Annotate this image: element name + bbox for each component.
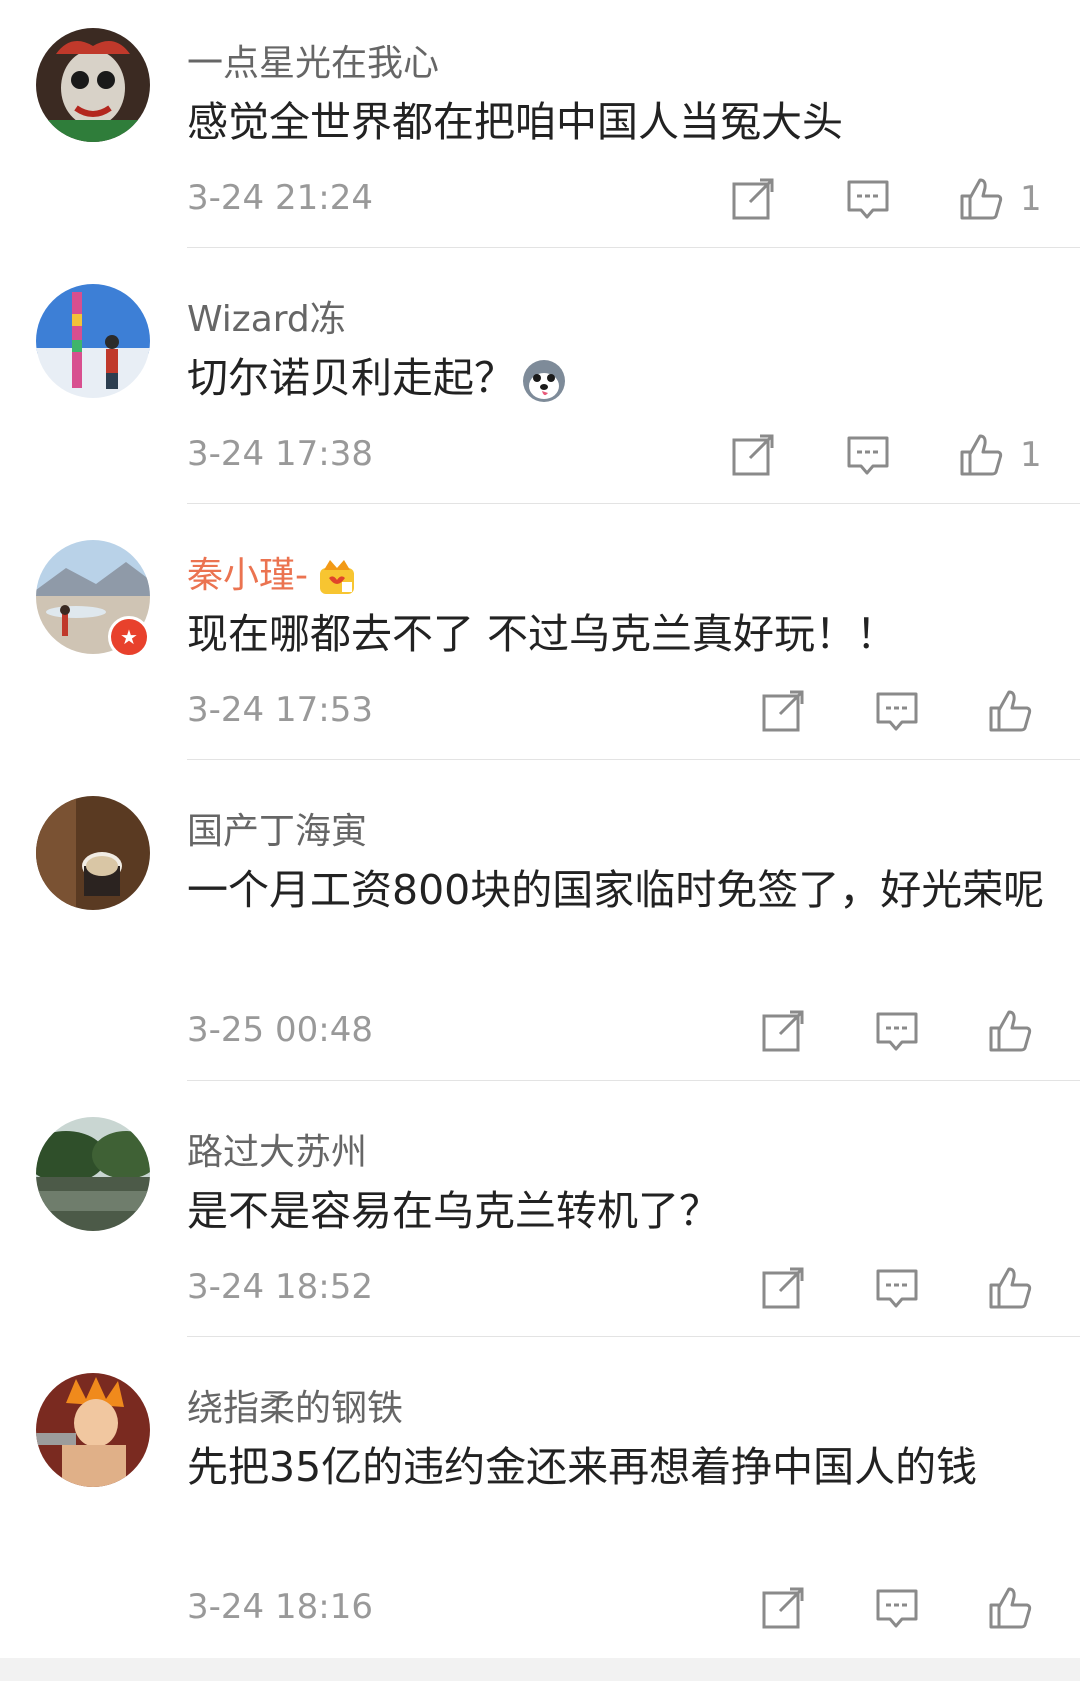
like-button[interactable] xyxy=(987,1262,1033,1314)
comment-text: 感觉全世界都在把咱中国人当冤大头 xyxy=(187,98,843,146)
comment-icon xyxy=(845,176,891,222)
avatar[interactable] xyxy=(36,1117,150,1231)
username[interactable]: 国产丁海寅 xyxy=(187,802,367,854)
like-button[interactable]: 1 xyxy=(958,429,1042,481)
like-icon xyxy=(987,1265,1033,1311)
comment-icon xyxy=(874,1265,920,1311)
comment-text: 一个月工资800块的国家临时免签了，好光荣呢 xyxy=(187,866,1045,914)
share-icon xyxy=(730,432,776,478)
like-button[interactable] xyxy=(987,1005,1033,1057)
share-icon xyxy=(760,1008,806,1054)
timestamp: 3-24 17:38 xyxy=(187,434,373,474)
like-icon xyxy=(987,688,1033,734)
username[interactable]: 绕指柔的钢铁 xyxy=(187,1379,403,1431)
avatar[interactable] xyxy=(36,1373,150,1487)
username[interactable]: 秦小瑾- xyxy=(187,546,358,598)
reply-button[interactable] xyxy=(874,1005,920,1057)
avatar[interactable] xyxy=(36,28,150,142)
reply-button[interactable] xyxy=(874,1582,920,1634)
comment-icon xyxy=(874,688,920,734)
comment-text: 先把35亿的违约金还来再想着挣中国人的钱 xyxy=(187,1443,978,1491)
reply-button[interactable] xyxy=(874,685,920,737)
comment-text: 切尔诺贝利走起？ xyxy=(187,346,1047,410)
crown-icon xyxy=(316,556,358,598)
timestamp: 3-24 21:24 xyxy=(187,178,373,218)
divider xyxy=(187,1080,1080,1081)
timestamp: 3-25 00:48 xyxy=(187,1010,373,1050)
reply-button[interactable] xyxy=(845,173,891,225)
reply-button[interactable] xyxy=(874,1262,920,1314)
comment-icon xyxy=(874,1585,920,1631)
share-button[interactable] xyxy=(760,1582,806,1634)
divider xyxy=(187,759,1080,760)
like-icon xyxy=(987,1008,1033,1054)
like-count: 1 xyxy=(1020,179,1042,219)
footer-bar xyxy=(0,1658,1080,1681)
like-button[interactable] xyxy=(987,685,1033,737)
username[interactable]: 路过大苏州 xyxy=(187,1123,367,1175)
husky-emoji-icon xyxy=(521,358,567,404)
like-icon xyxy=(958,176,1004,222)
share-button[interactable] xyxy=(760,1005,806,1057)
verified-badge-icon: ★ xyxy=(108,616,150,658)
divider xyxy=(187,1336,1080,1337)
comment-text: 是不是容易在乌克兰转机了？ xyxy=(187,1187,720,1235)
share-icon xyxy=(760,1585,806,1631)
timestamp: 3-24 18:52 xyxy=(187,1267,373,1307)
avatar[interactable] xyxy=(36,284,150,398)
avatar[interactable] xyxy=(36,796,150,910)
share-icon xyxy=(760,1265,806,1311)
comment-icon xyxy=(874,1008,920,1054)
divider xyxy=(187,247,1080,248)
divider xyxy=(187,503,1080,504)
like-button[interactable] xyxy=(987,1582,1033,1634)
like-icon xyxy=(958,432,1004,478)
comment-icon xyxy=(845,432,891,478)
share-button[interactable] xyxy=(730,173,776,225)
like-icon xyxy=(987,1585,1033,1631)
username[interactable]: 一点星光在我心 xyxy=(187,34,439,86)
share-icon xyxy=(730,176,776,222)
timestamp: 3-24 17:53 xyxy=(187,690,373,730)
share-button[interactable] xyxy=(730,429,776,481)
comment-text: 现在哪都去不了 不过乌克兰真好玩！！ xyxy=(187,610,898,658)
share-icon xyxy=(760,688,806,734)
share-button[interactable] xyxy=(760,1262,806,1314)
share-button[interactable] xyxy=(760,685,806,737)
like-count: 1 xyxy=(1020,435,1042,475)
timestamp: 3-24 18:16 xyxy=(187,1587,373,1627)
username[interactable]: Wizard冻 xyxy=(187,290,346,342)
reply-button[interactable] xyxy=(845,429,891,481)
like-button[interactable]: 1 xyxy=(958,173,1042,225)
